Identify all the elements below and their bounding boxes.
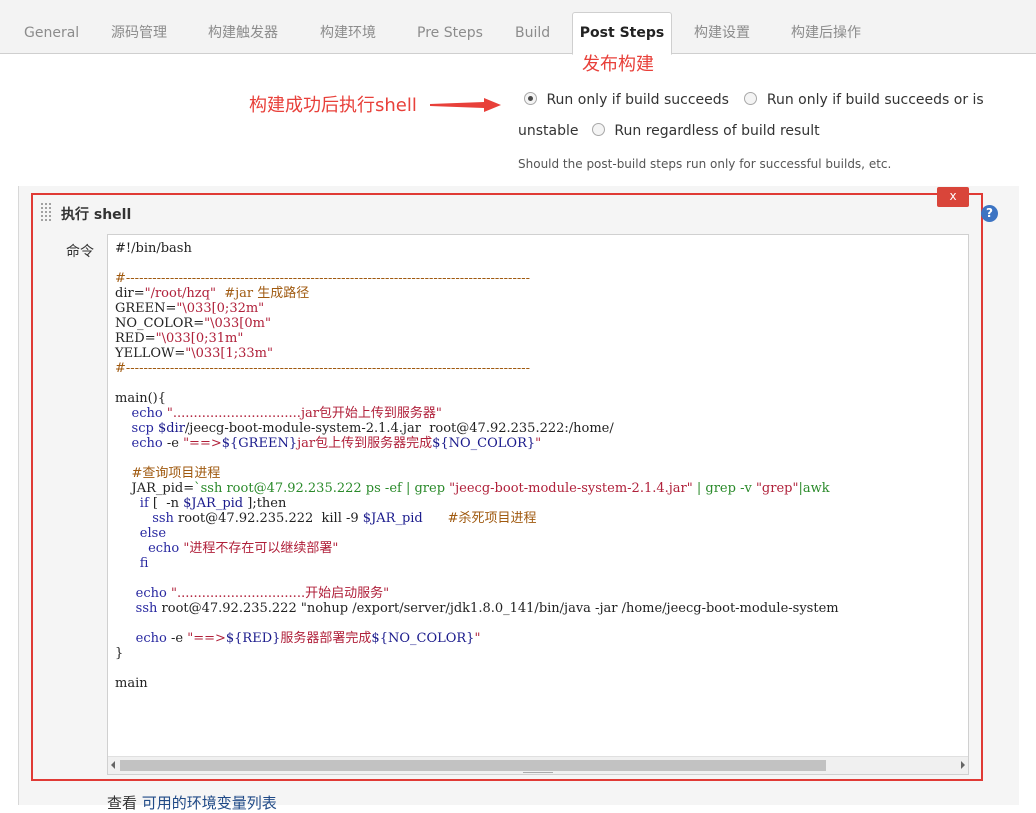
tab-post-steps[interactable]: Post Steps [572, 12, 672, 55]
tab-pre-steps[interactable]: Pre Steps [417, 20, 483, 46]
tab-general[interactable]: General [24, 20, 79, 46]
annotation-arrow-icon [430, 98, 501, 112]
post-steps-options-row-2: unstable Run regardless of build result [518, 123, 820, 139]
scrollbar-thumb[interactable] [120, 760, 826, 771]
radio-run-if-succeeds-label: Run only if build succeeds [546, 92, 729, 108]
drag-handle-icon[interactable] [40, 202, 52, 222]
resize-grip-icon[interactable] [523, 772, 553, 774]
annotation-run-shell-after-success: 构建成功后执行shell [249, 95, 417, 116]
delete-step-button[interactable]: x [937, 187, 969, 207]
radio-run-regardless[interactable] [591, 123, 605, 136]
env-vars-footer: 查看 可用的环境变量列表 [107, 792, 277, 813]
radio-run-if-succeeds[interactable] [524, 92, 537, 105]
annotation-publish-build: 发布构建 [582, 54, 654, 75]
scroll-left-icon[interactable] [111, 761, 115, 769]
tab-bar: General 源码管理 构建触发器 构建环境 Pre Steps Build … [0, 0, 1036, 55]
tab-build-settings[interactable]: 构建设置 [694, 20, 750, 46]
shell-step-title: 执行 shell [61, 207, 132, 223]
tab-build-triggers[interactable]: 构建触发器 [208, 20, 278, 46]
post-steps-options-row: Run only if build succeeds Run only if b… [524, 92, 984, 108]
radio-run-if-succeeds-or-unstable-label-cont: unstable [518, 123, 579, 139]
radio-run-if-succeeds-or-unstable[interactable] [744, 92, 758, 105]
tab-build[interactable]: Build [515, 20, 550, 46]
radio-run-if-succeeds-or-unstable-label: Run only if build succeeds or is [766, 92, 984, 108]
command-textarea[interactable]: #!/bin/bash #---------------------------… [107, 234, 969, 775]
command-code[interactable]: #!/bin/bash #---------------------------… [115, 241, 839, 691]
scroll-right-icon[interactable] [961, 761, 965, 769]
tab-post-build-actions[interactable]: 构建后操作 [791, 20, 861, 46]
post-steps-hint: Should the post-build steps run only for… [518, 157, 892, 171]
tab-source-management[interactable]: 源码管理 [111, 20, 167, 46]
radio-run-regardless-label: Run regardless of build result [614, 123, 820, 139]
help-icon[interactable]: ? [981, 205, 998, 222]
command-label: 命令 [66, 244, 94, 260]
tab-build-environment[interactable]: 构建环境 [320, 20, 376, 46]
footer-prefix: 查看 [107, 794, 142, 812]
env-vars-link[interactable]: 可用的环境变量列表 [142, 794, 277, 812]
